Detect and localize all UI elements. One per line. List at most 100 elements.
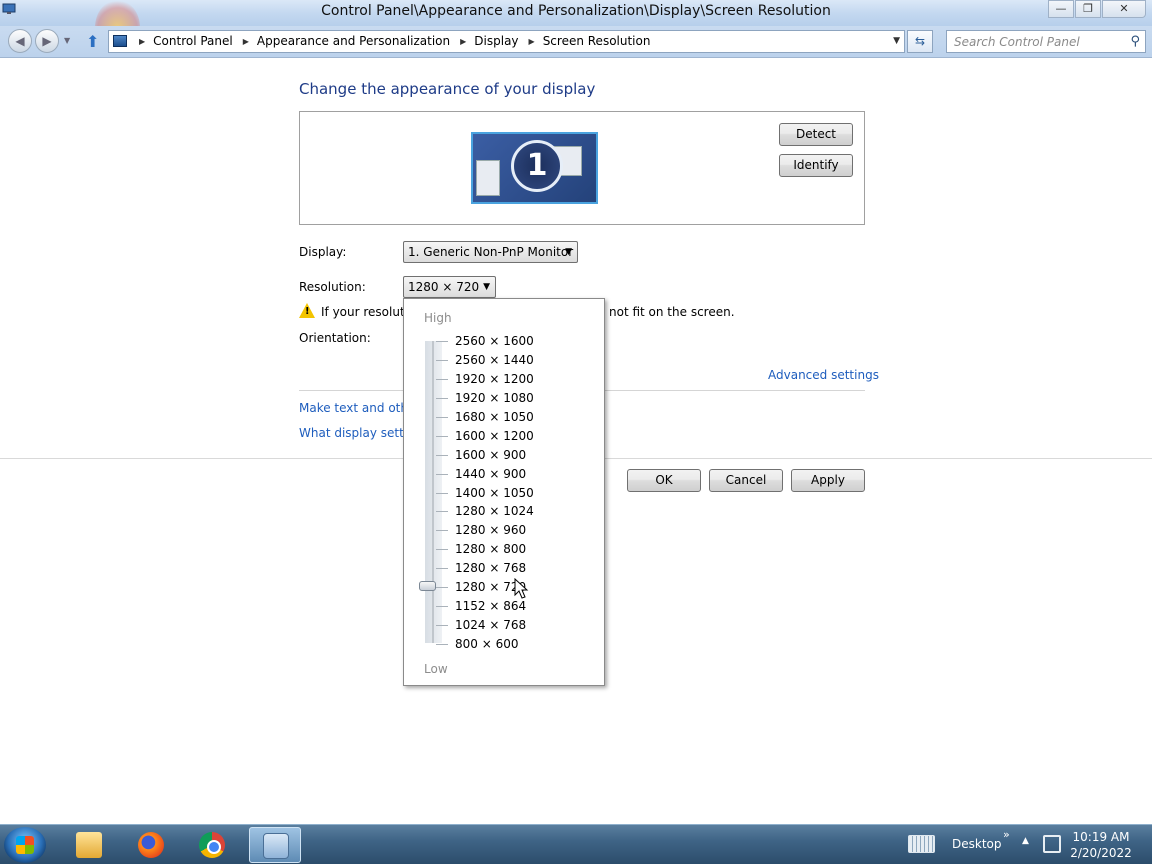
address-dropdown-icon[interactable]: ▼ <box>893 36 900 46</box>
search-box[interactable]: Search Control Panel ⚲ <box>946 30 1146 53</box>
up-arrow-icon[interactable]: ⬆ <box>86 32 99 51</box>
resolution-option-label: 1680 × 1050 <box>455 409 534 424</box>
identify-button[interactable]: Identify <box>779 154 853 177</box>
clock-time: 10:19 AM <box>1072 830 1130 844</box>
slider-tick <box>436 473 448 475</box>
resolution-option-label: 1400 × 1050 <box>455 485 534 500</box>
breadcrumb-display[interactable]: Display <box>474 34 518 48</box>
resolution-option-label: 1440 × 900 <box>455 466 527 481</box>
advanced-settings-link[interactable]: Advanced settings <box>768 368 879 382</box>
control-panel-icon <box>113 35 127 47</box>
search-icon[interactable]: ⚲ <box>1130 34 1140 49</box>
chevron-down-icon: ▼ <box>483 282 490 292</box>
slider-tick <box>436 454 448 456</box>
clock-date: 2/20/2022 <box>1070 846 1132 860</box>
resolution-option[interactable]: 1600 × 900 <box>404 446 604 465</box>
page-title: Change the appearance of your display <box>299 80 596 98</box>
address-bar[interactable]: ▶ Control Panel ▶ Appearance and Persona… <box>108 30 905 53</box>
display-select[interactable]: 1. Generic Non-PnP Monitor ▼ <box>403 241 578 263</box>
high-label: High <box>424 311 452 325</box>
taskbar-file-explorer[interactable] <box>63 827 115 863</box>
desktop-toolbar[interactable]: Desktop <box>952 837 1002 851</box>
resolution-option-label: 1920 × 1080 <box>455 390 534 405</box>
resolution-option[interactable]: 1920 × 1080 <box>404 389 604 408</box>
slider-tick <box>436 530 448 532</box>
slider-tick <box>436 606 448 608</box>
ok-button[interactable]: OK <box>627 469 701 492</box>
resolution-option[interactable]: 800 × 600 <box>404 635 604 654</box>
resolution-option[interactable]: 1440 × 900 <box>404 465 604 484</box>
maximize-button[interactable]: ❐ <box>1075 0 1101 18</box>
low-label: Low <box>424 662 448 676</box>
window-title: Control Panel\Appearance and Personaliza… <box>321 3 831 19</box>
resolution-option[interactable]: 1600 × 1200 <box>404 427 604 446</box>
chevron-down-icon: ▼ <box>565 247 572 257</box>
resolution-option[interactable]: 1280 × 960 <box>404 521 604 540</box>
warning-exclamation-icon: ! <box>305 306 310 317</box>
slider-tick <box>436 416 448 418</box>
slider-tick <box>436 359 448 361</box>
resolution-option[interactable]: 1920 × 1200 <box>404 370 604 389</box>
taskbar-chrome[interactable] <box>186 827 238 863</box>
refresh-button[interactable]: ⇆ <box>907 30 933 53</box>
forward-button[interactable]: ▶ <box>35 29 59 53</box>
breadcrumb-separator-icon[interactable]: ▶ <box>243 37 249 46</box>
resolution-option[interactable]: 1152 × 864 <box>404 597 604 616</box>
breadcrumb-screen-resolution[interactable]: Screen Resolution <box>543 34 651 48</box>
monitor-1-thumbnail[interactable]: 1 <box>471 132 598 204</box>
resolution-option[interactable]: 1280 × 768 <box>404 559 604 578</box>
monitor-number: 1 <box>511 140 563 192</box>
resolution-option-label: 1600 × 1200 <box>455 428 534 443</box>
minimize-button[interactable]: — <box>1048 0 1074 18</box>
back-button[interactable]: ◀ <box>8 29 32 53</box>
taskbar-control-panel[interactable] <box>249 827 301 863</box>
search-input[interactable]: Search Control Panel <box>954 35 1080 49</box>
navigation-bar: ◀ ▶ ▼ ⬆ ▶ Control Panel ▶ Appearance and… <box>0 26 1152 58</box>
slider-tick <box>436 587 448 589</box>
slider-tick <box>436 435 448 437</box>
cancel-button[interactable]: Cancel <box>709 469 783 492</box>
chrome-icon <box>199 832 225 858</box>
slider-tick <box>436 549 448 551</box>
detect-button[interactable]: Detect <box>779 123 853 146</box>
close-button[interactable]: ✕ <box>1102 0 1146 18</box>
resolution-option-label: 1280 × 800 <box>455 542 527 557</box>
network-icon[interactable] <box>1043 835 1061 853</box>
recent-pages-chevron-icon[interactable]: ▼ <box>64 36 70 45</box>
warning-text-start: If your resolutio <box>321 305 416 319</box>
slider-tick <box>436 397 448 399</box>
resolution-option[interactable]: 1400 × 1050 <box>404 484 604 503</box>
slider-tick <box>436 625 448 627</box>
keyboard-icon[interactable] <box>908 835 935 853</box>
breadcrumb-separator-icon[interactable]: ▶ <box>529 37 535 46</box>
resolution-option[interactable]: 1024 × 768 <box>404 616 604 635</box>
folder-icon <box>76 832 102 858</box>
resolution-option-label: 1152 × 864 <box>455 599 527 614</box>
start-button[interactable] <box>4 827 46 863</box>
resolution-option[interactable]: 1280 × 800 <box>404 540 604 559</box>
show-hidden-icons[interactable]: ▲ <box>1022 836 1029 846</box>
resolution-select[interactable]: 1280 × 720 ▼ <box>403 276 496 298</box>
breadcrumb-separator-icon[interactable]: ▶ <box>460 37 466 46</box>
resolution-option[interactable]: 1280 × 1024 <box>404 502 604 521</box>
orientation-label: Orientation: <box>299 331 371 345</box>
apply-button[interactable]: Apply <box>791 469 865 492</box>
breadcrumb-control-panel[interactable]: Control Panel <box>153 34 233 48</box>
taskbar-firefox[interactable] <box>125 827 177 863</box>
resolution-option[interactable]: 2560 × 1600 <box>404 332 604 351</box>
toolbar-chevron-icon[interactable]: » <box>1003 828 1010 841</box>
breadcrumb: ▶ Control Panel ▶ Appearance and Persona… <box>135 34 650 48</box>
resolution-option-label: 1600 × 900 <box>455 447 527 462</box>
breadcrumb-appearance[interactable]: Appearance and Personalization <box>257 34 450 48</box>
clock[interactable]: 10:19 AM 2/20/2022 <box>1068 829 1134 861</box>
resolution-options: 2560 × 1600 2560 × 1440 1920 × 1200 1920 × … <box>404 332 604 654</box>
resolution-option-label: 2560 × 1600 <box>455 334 534 348</box>
resolution-option[interactable]: 2560 × 1440 <box>404 351 604 370</box>
slider-tick <box>436 644 448 645</box>
resolution-option[interactable]: 1680 × 1050 <box>404 408 604 427</box>
breadcrumb-separator-icon[interactable]: ▶ <box>139 37 145 46</box>
resolution-option-label: 2560 × 1440 <box>455 352 534 367</box>
display-label: Display: <box>299 245 347 259</box>
resolution-option[interactable]: 1280 × 720 <box>404 578 604 597</box>
resolution-option-label: 800 × 600 <box>455 637 519 651</box>
